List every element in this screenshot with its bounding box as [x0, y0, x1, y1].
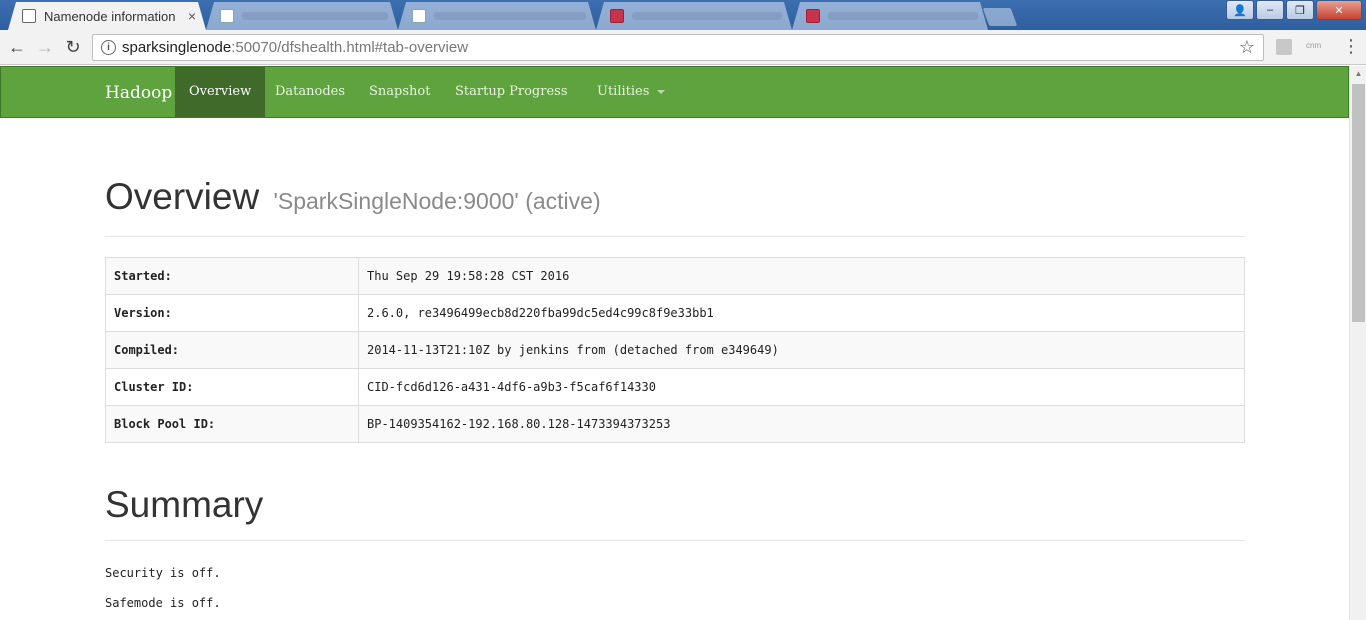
row-value: CID-fcd6d126-a431-4df6-a9b3-f5caf6f14330	[358, 368, 1245, 406]
browser-tab-inactive[interactable]	[398, 2, 596, 30]
page-title: Overview 'SparkSingleNode:9000' (active)	[105, 176, 601, 218]
extension-cnm-icon[interactable]: cnm	[1306, 41, 1322, 57]
close-window-button[interactable]: ✕	[1316, 0, 1362, 20]
extension-download-icon[interactable]	[1276, 39, 1292, 55]
address-bar[interactable]: i sparksinglenode:50070/dfshealth.html#t…	[92, 34, 1264, 61]
divider	[105, 540, 1245, 541]
tab-close-icon[interactable]: ×	[188, 8, 196, 24]
browser-tab-strip: Namenode information × 👤 – ❐ ✕	[0, 0, 1366, 30]
minimize-button[interactable]: –	[1256, 0, 1284, 20]
tab-title-blurred	[434, 12, 586, 20]
security-status: Security is off.	[105, 566, 221, 580]
browser-toolbar: ← → ↻ i sparksinglenode:50070/dfshealth.…	[0, 30, 1366, 65]
page-favicon-icon	[22, 9, 36, 23]
browser-tab-inactive[interactable]	[206, 2, 398, 30]
scroll-up-icon[interactable]: ▲	[1350, 66, 1366, 82]
nav-utilities[interactable]: Utilities	[583, 67, 679, 117]
browser-tab-inactive[interactable]	[792, 2, 988, 30]
new-tab-button[interactable]	[982, 8, 1018, 26]
page-favicon-icon	[806, 9, 820, 23]
browser-tab-inactive[interactable]	[596, 2, 792, 30]
url-path: :50070/dfshealth.html#tab-overview	[231, 39, 469, 56]
nav-overview[interactable]: Overview	[175, 67, 266, 117]
row-key: Started:	[105, 257, 359, 295]
row-key: Compiled:	[105, 331, 359, 369]
scrollbar-thumb[interactable]	[1352, 84, 1365, 322]
table-row: Version: 2.6.0, re3496499ecb8d220fba99dc…	[105, 294, 1245, 332]
page-favicon-icon	[610, 9, 624, 23]
row-key: Version:	[105, 294, 359, 332]
tab-title-blurred	[242, 12, 388, 20]
info-icon[interactable]: i	[101, 40, 116, 55]
window-controls: 👤 – ❐ ✕	[1226, 0, 1362, 20]
nav-utilities-label: Utilities	[597, 84, 650, 99]
row-value: Thu Sep 29 19:58:28 CST 2016	[358, 257, 1245, 295]
page-favicon-icon	[220, 9, 234, 23]
url-host: sparksinglenode	[122, 39, 232, 56]
tab-title: Namenode information	[44, 8, 176, 24]
table-row: Started: Thu Sep 29 19:58:28 CST 2016	[105, 257, 1245, 295]
table-row: Block Pool ID: BP-1409354162-192.168.80.…	[105, 405, 1245, 443]
row-key: Cluster ID:	[105, 368, 359, 406]
page-favicon-icon	[412, 9, 426, 23]
forward-arrow-icon[interactable]: →	[34, 36, 56, 58]
divider	[105, 236, 1245, 237]
row-key: Block Pool ID:	[105, 405, 359, 443]
nav-startup-progress[interactable]: Startup Progress	[441, 67, 582, 117]
tab-title-blurred	[828, 12, 978, 20]
user-profile-icon[interactable]: 👤	[1226, 0, 1254, 20]
bookmark-star-icon[interactable]: ☆	[1239, 37, 1255, 58]
navbar-brand[interactable]: Hadoop	[105, 83, 172, 103]
overview-subtitle: 'SparkSingleNode:9000' (active)	[273, 188, 601, 214]
safemode-status: Safemode is off.	[105, 596, 221, 610]
nav-snapshot[interactable]: Snapshot	[355, 67, 444, 117]
overview-table: Started: Thu Sep 29 19:58:28 CST 2016 Ve…	[105, 257, 1245, 443]
row-value: 2.6.0, re3496499ecb8d220fba99dc5ed4c99c8…	[358, 294, 1245, 332]
caret-down-icon	[657, 89, 666, 94]
overview-title: Overview	[105, 176, 260, 217]
page-viewport: Hadoop Overview Datanodes Snapshot Start…	[0, 66, 1349, 620]
tab-title-blurred	[632, 12, 782, 20]
row-value: 2014-11-13T21:10Z by jenkins from (detac…	[358, 331, 1245, 369]
maximize-button[interactable]: ❐	[1286, 0, 1314, 20]
row-value: BP-1409354162-192.168.80.128-14733943732…	[358, 405, 1245, 443]
table-row: Cluster ID: CID-fcd6d126-a431-4df6-a9b3-…	[105, 368, 1245, 406]
summary-title: Summary	[105, 484, 264, 525]
hadoop-navbar: Hadoop Overview Datanodes Snapshot Start…	[0, 66, 1349, 118]
vertical-scrollbar[interactable]: ▲	[1349, 66, 1366, 620]
nav-datanodes[interactable]: Datanodes	[261, 67, 359, 117]
back-arrow-icon[interactable]: ←	[6, 36, 28, 58]
reload-icon[interactable]: ↻	[62, 36, 84, 58]
browser-menu-icon[interactable]: ⋮	[1342, 36, 1360, 57]
table-row: Compiled: 2014-11-13T21:10Z by jenkins f…	[105, 331, 1245, 369]
browser-tab-active[interactable]: Namenode information ×	[8, 2, 206, 30]
